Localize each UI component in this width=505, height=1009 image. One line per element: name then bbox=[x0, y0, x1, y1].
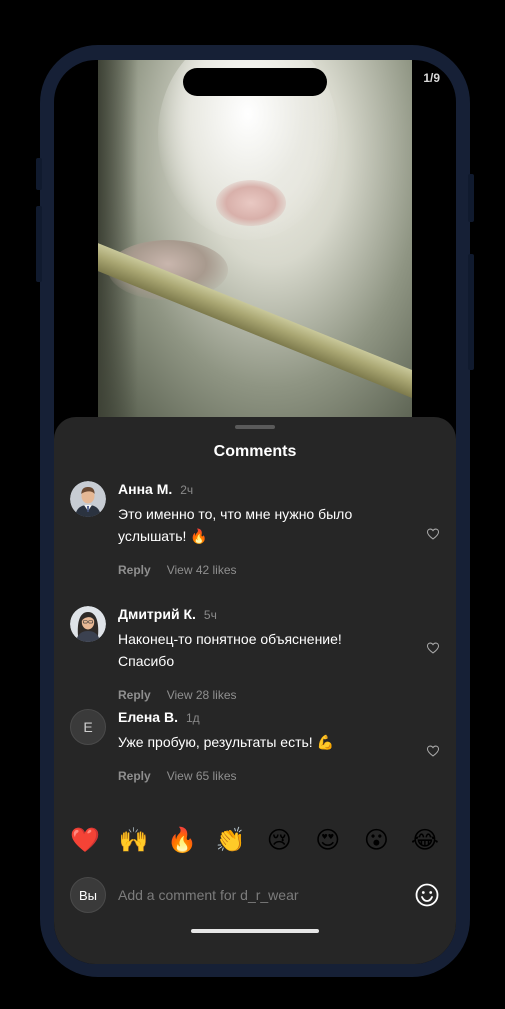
avatar-photo-icon bbox=[70, 481, 106, 517]
avatar[interactable] bbox=[70, 481, 106, 517]
emoji-surprised[interactable]: 😮 bbox=[361, 827, 391, 855]
view-likes-link[interactable]: View 42 likes bbox=[167, 563, 237, 577]
avatar[interactable] bbox=[70, 606, 106, 642]
emoji-clap[interactable]: 👏 bbox=[216, 827, 246, 855]
my-avatar: Вы bbox=[70, 877, 106, 913]
avatar[interactable]: E bbox=[70, 709, 106, 745]
emoji-heart[interactable]: ❤️ bbox=[70, 827, 100, 855]
comment-time: 2ч bbox=[180, 483, 194, 497]
comment-author[interactable]: Дмитрий К. bbox=[118, 606, 196, 622]
reply-button[interactable]: Reply bbox=[118, 769, 151, 783]
comment-text: Это именно то, что мне нужно было услыша… bbox=[118, 506, 353, 544]
dynamic-island bbox=[183, 68, 327, 96]
reply-button[interactable]: Reply bbox=[118, 688, 151, 702]
page-counter: 1/9 bbox=[423, 71, 440, 85]
comment-text: Наконец-то понятное объяснение! Спасибо bbox=[118, 631, 342, 669]
comment-time: 1д bbox=[185, 711, 200, 725]
comment-text: Уже пробую, результаты есть! 💪 bbox=[118, 734, 335, 750]
avatar-photo-icon bbox=[70, 606, 106, 642]
emoji-fire[interactable]: 🔥 bbox=[167, 827, 197, 855]
comment-input-row: Вы bbox=[70, 877, 440, 913]
like-heart-icon[interactable] bbox=[426, 744, 440, 758]
sheet-title: Comments bbox=[213, 443, 297, 460]
side-button-volume-up bbox=[36, 206, 42, 282]
emoji-heart-eyes[interactable]: 😍 bbox=[313, 827, 343, 855]
like-heart-icon[interactable] bbox=[426, 527, 440, 541]
side-button-volume-down bbox=[468, 254, 474, 370]
phone-screen: 1/9 Comments Анна М. 2ч Это именно то, ч… bbox=[54, 60, 456, 964]
emoji-picker-icon[interactable] bbox=[414, 882, 440, 908]
view-likes-link[interactable]: View 65 likes bbox=[167, 769, 237, 783]
comment-time: 5ч bbox=[203, 608, 217, 622]
sheet-grabber[interactable] bbox=[235, 425, 275, 429]
video-player[interactable] bbox=[98, 60, 412, 420]
emoji-raised-hands[interactable]: 🙌 bbox=[119, 827, 149, 855]
reply-button[interactable]: Reply bbox=[118, 563, 151, 577]
comments-sheet: Comments Анна М. 2ч Это именно то, что м… bbox=[54, 417, 456, 964]
emoji-crying[interactable]: 😢 bbox=[264, 827, 294, 855]
emoji-reaction-bar: ❤️ 🙌 🔥 👏 😢 😍 😮 😂 bbox=[70, 827, 440, 855]
like-heart-icon[interactable] bbox=[426, 641, 440, 655]
view-likes-link[interactable]: View 28 likes bbox=[167, 688, 237, 702]
side-button-power bbox=[468, 174, 474, 222]
comment-author[interactable]: Елена В. bbox=[118, 709, 178, 725]
emoji-laughing[interactable]: 😂 bbox=[410, 827, 440, 855]
side-button-mute bbox=[36, 158, 42, 190]
comment-author[interactable]: Анна М. bbox=[118, 481, 172, 497]
home-indicator[interactable] bbox=[191, 929, 319, 933]
comment-input[interactable] bbox=[118, 883, 398, 907]
